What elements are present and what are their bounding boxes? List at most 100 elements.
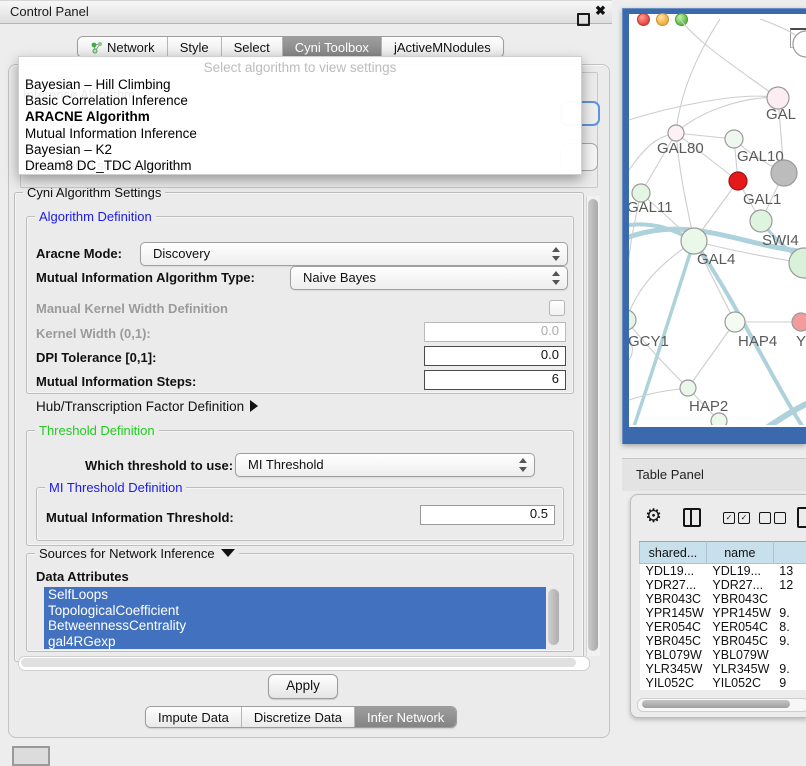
bottom-tab-bar: Impute Data Discretize Data Infer Network <box>145 706 457 728</box>
table-cell: YLR345W <box>706 662 773 676</box>
mi-threshold-input[interactable]: 0.5 <box>420 505 555 525</box>
table-cell: YBL079W <box>640 648 707 662</box>
algorithm-option-mutual-information-inference[interactable]: Mutual Information Inference <box>19 126 581 142</box>
hub-definition-expander[interactable]: Hub/Transcription Factor Definition <box>36 399 258 414</box>
table-row[interactable]: YIL052CYIL052C9 <box>640 676 806 690</box>
table-row[interactable]: YPR145WYPR145W9. <box>640 606 806 620</box>
tab-label: Impute Data <box>158 710 229 725</box>
table-cell: YER054C <box>706 620 773 634</box>
table-cell: 9. <box>773 606 806 620</box>
table-cell: YBR043C <box>640 592 707 606</box>
sources-group-title[interactable]: Sources for Network Inference <box>35 546 239 561</box>
tab-label: Cyni Toolbox <box>295 40 369 55</box>
table-cell: YBR043C <box>706 592 773 606</box>
table-cell <box>773 648 806 662</box>
which-threshold-select[interactable]: MI Threshold <box>235 453 535 477</box>
split-columns-icon[interactable] <box>683 508 701 527</box>
stepper-arrows-icon <box>519 458 527 472</box>
tab-impute-data[interactable]: Impute Data <box>146 707 241 727</box>
settings-gear-icon[interactable]: ⚙ <box>645 505 662 528</box>
table-cell: 9. <box>773 662 806 676</box>
network-node-gal80[interactable] <box>668 125 684 141</box>
data-attributes-list[interactable]: SelfLoopsTopologicalCoefficientBetweenne… <box>44 587 546 649</box>
network-graph-canvas[interactable]: GALGAL80GAL10GAL11GAL1GAL4SWI4GCY1HAP4YH… <box>629 19 806 425</box>
network-node[interactable] <box>711 413 727 425</box>
tab-cyni-toolbox[interactable]: Cyni Toolbox <box>282 37 381 57</box>
table-cell: 13 <box>773 564 806 579</box>
select-all-checkboxes-icon[interactable]: ✓✓ <box>723 512 750 524</box>
table-cell: YPR145W <box>706 606 773 620</box>
table-cell: YDR27... <box>640 578 707 592</box>
node-label-swi4: SWI4 <box>762 232 799 249</box>
manual-kernel-width-checkbox[interactable] <box>549 300 565 316</box>
table-row[interactable]: YLR345WYLR345W9. <box>640 662 806 676</box>
attributes-vertical-scrollbar[interactable] <box>548 589 559 645</box>
attribute-item-gal4rgexp[interactable]: gal4RGexp <box>44 634 546 650</box>
mi-algorithm-type-select[interactable]: Naive Bayes <box>290 266 568 290</box>
new-table-icon[interactable] <box>797 507 806 528</box>
tab-label: Style <box>180 40 209 55</box>
table-panel-title: Table Panel <box>636 467 704 482</box>
table-cell: 12 <box>773 578 806 592</box>
mi-threshold-definition-title: MI Threshold Definition <box>45 480 186 495</box>
table-cell: YDR27... <box>706 578 773 592</box>
table-horizontal-scrollbar[interactable] <box>637 698 806 712</box>
network-node-gal10[interactable] <box>725 130 743 148</box>
aracne-mode-select[interactable]: Discovery <box>140 242 568 266</box>
threshold-definition-title: Threshold Definition <box>35 423 159 438</box>
network-node-gal1[interactable] <box>750 210 772 232</box>
tab-select[interactable]: Select <box>221 37 282 57</box>
network-node-hap2[interactable] <box>680 380 696 396</box>
attribute-item-selfloops[interactable]: SelfLoops <box>44 587 546 603</box>
grid-corner-button[interactable] <box>12 746 50 766</box>
network-node-hap4[interactable] <box>725 312 745 332</box>
kernel-width-input: 0.0 <box>424 322 566 342</box>
table-row[interactable]: YDL19...YDL19...13 <box>640 564 806 579</box>
attribute-item-betweennesscentrality[interactable]: BetweennessCentrality <box>44 618 546 634</box>
network-node[interactable] <box>729 172 747 190</box>
data-attributes-label: Data Attributes <box>36 569 129 584</box>
column-header-cut[interactable] <box>773 542 806 564</box>
tab-discretize-data[interactable]: Discretize Data <box>241 707 354 727</box>
tab-label: Discretize Data <box>254 710 342 725</box>
control-panel-tab-bar: Network Style Select Cyni Toolbox jActiveMNo… <box>77 36 504 58</box>
dpi-tolerance-input[interactable]: 0.0 <box>424 346 566 366</box>
deselect-all-checkboxes-icon[interactable] <box>759 512 786 524</box>
table-cell: YLR345W <box>640 662 707 676</box>
mi-steps-input[interactable]: 6 <box>424 370 566 390</box>
ghost-group-label: Inference Algorithm <box>23 87 135 102</box>
table-row[interactable]: YBR043CYBR043C <box>640 592 806 606</box>
close-icon[interactable]: ✖ <box>595 3 606 19</box>
tab-jactivemnodules[interactable]: jActiveMNodules <box>381 37 503 57</box>
table-row[interactable]: YER054CYER054C8. <box>640 620 806 634</box>
table-panel-window: ⚙ ✓✓ shared...name YDL19...YDL19...13YDR… <box>630 494 806 718</box>
table-row[interactable]: YBR045CYBR045C9. <box>640 634 806 648</box>
table-row[interactable]: YBL079WYBL079W <box>640 648 806 662</box>
table-panel-header: Table Panel <box>622 458 806 491</box>
node-label-gal4: GAL4 <box>697 251 735 268</box>
column-header-shared[interactable]: shared... <box>640 542 707 564</box>
attribute-item-topologicalcoefficient[interactable]: TopologicalCoefficient <box>44 603 546 619</box>
tab-style[interactable]: Style <box>167 37 221 57</box>
table-cell: YBL079W <box>706 648 773 662</box>
table-row[interactable]: YDR27...YDR27...12 <box>640 578 806 592</box>
float-window-icon[interactable] <box>577 13 590 26</box>
stepper-arrows-icon <box>552 247 560 261</box>
tab-label: Select <box>234 40 270 55</box>
tab-network[interactable]: Network <box>78 37 167 57</box>
algorithm-option-aracne-algorithm[interactable]: ARACNE Algorithm <box>19 109 581 125</box>
settings-horizontal-scrollbar[interactable] <box>18 656 590 671</box>
network-node-y[interactable] <box>792 313 806 331</box>
algorithm-option-bayesian-k2[interactable]: Bayesian – K2 <box>19 142 581 158</box>
ghost-combo-value: gal-filtered sif default node <box>33 158 185 173</box>
table-cell: 9 <box>773 676 806 690</box>
apply-button[interactable]: Apply <box>268 674 338 699</box>
node-label-gal80: GAL80 <box>657 140 704 157</box>
settings-vertical-scrollbar[interactable] <box>586 196 600 656</box>
network-node-gcy1[interactable] <box>629 310 636 330</box>
node-attribute-table[interactable]: shared...name YDL19...YDL19...13YDR27...… <box>639 541 806 690</box>
mi-steps-label: Mutual Information Steps: <box>36 374 196 389</box>
column-header-name[interactable]: name <box>706 542 773 564</box>
network-node[interactable] <box>771 160 797 186</box>
tab-infer-network[interactable]: Infer Network <box>354 707 456 727</box>
